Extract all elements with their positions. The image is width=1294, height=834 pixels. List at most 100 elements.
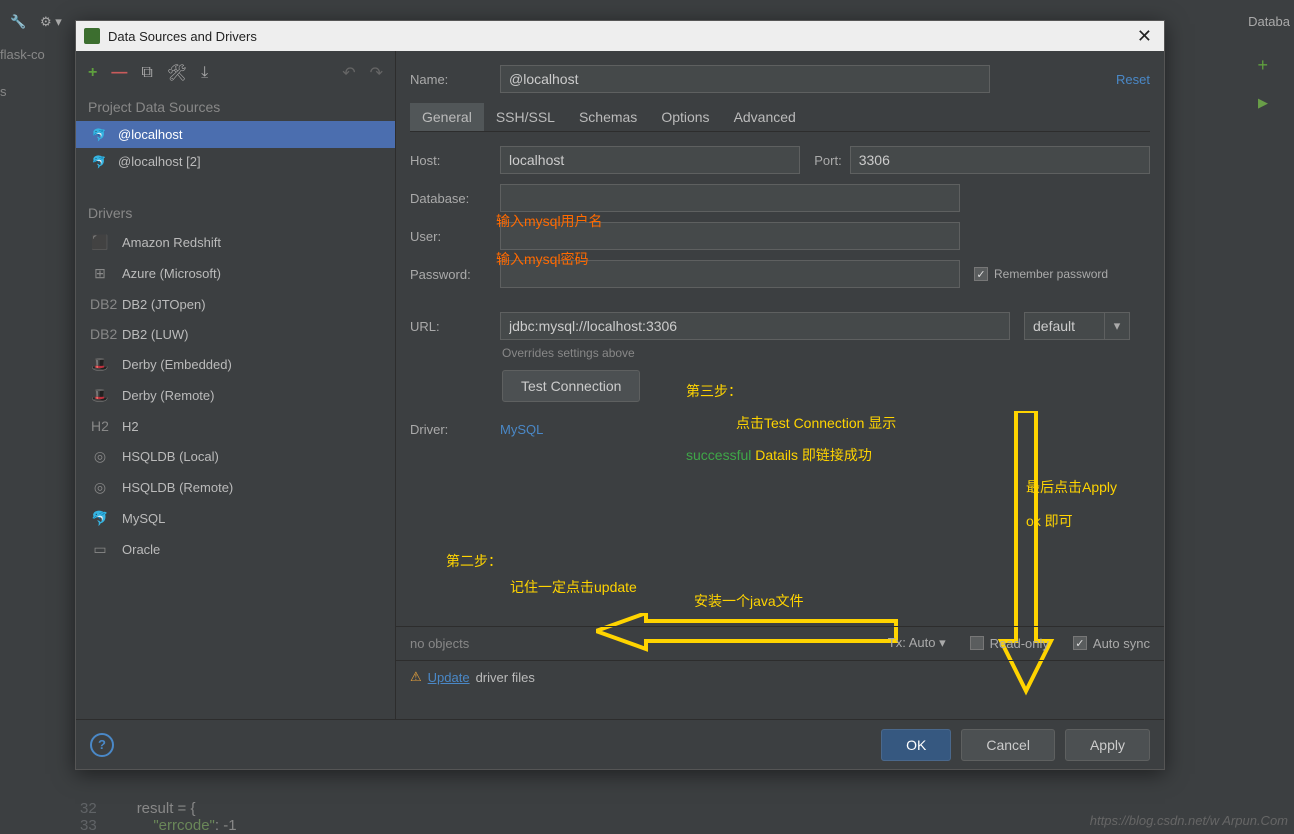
anno-final1: 最后点击Apply [1026, 477, 1117, 497]
reset-link[interactable]: Reset [1116, 72, 1150, 87]
update-driver-link[interactable]: Update [428, 670, 470, 685]
remember-password-checkbox[interactable]: ✓ [974, 267, 988, 281]
bg-run-icon[interactable]: ▶ [1258, 95, 1268, 111]
user-input[interactable] [500, 222, 960, 250]
password-input[interactable] [500, 260, 960, 288]
main-panel: Name: Reset GeneralSSH/SSLSchemasOptions… [396, 51, 1164, 719]
mysql-icon: 🐬 [90, 155, 108, 169]
driver-icon: ◎ [90, 479, 110, 496]
host-input[interactable] [500, 146, 800, 174]
undo-icon[interactable]: ↶ [342, 63, 355, 83]
url-label: URL: [410, 319, 500, 334]
driver-label: Derby (Remote) [122, 388, 214, 403]
name-input[interactable] [500, 65, 990, 93]
driver-item-hsqldb-local-[interactable]: ◎ HSQLDB (Local) [76, 441, 395, 472]
driver-icon: DB2 [90, 326, 110, 342]
tab-schemas[interactable]: Schemas [567, 103, 649, 131]
apply-button[interactable]: Apply [1065, 729, 1150, 761]
cancel-button[interactable]: Cancel [961, 729, 1055, 761]
help-button[interactable]: ? [90, 733, 114, 757]
driver-icon: 🎩 [90, 387, 110, 404]
copy-icon[interactable]: ⧉ [141, 64, 152, 82]
driver-icon: H2 [90, 418, 110, 434]
database-input[interactable] [500, 184, 960, 212]
port-input[interactable] [850, 146, 1150, 174]
tx-mode-dropdown[interactable]: Tx: Auto ▾ [888, 635, 946, 651]
driver-item-db2-jtopen-[interactable]: DB2 DB2 (JTOpen) [76, 289, 395, 319]
anno-final2: ok 即可 [1026, 511, 1073, 531]
bg-text: s [0, 84, 7, 99]
driver-label: Driver: [410, 422, 500, 437]
import-icon[interactable]: ⤓ [201, 64, 208, 82]
data-source-localhost-2[interactable]: 🐬 @localhost [2] [76, 148, 395, 175]
readonly-label: Read-only [990, 636, 1049, 651]
url-input[interactable] [500, 312, 1010, 340]
data-source-label: @localhost [2] [118, 154, 201, 169]
driver-label: DB2 (LUW) [122, 327, 188, 342]
app-icon [84, 28, 100, 44]
driver-label: Amazon Redshift [122, 235, 221, 250]
ok-button[interactable]: OK [881, 729, 951, 761]
remember-password-label: Remember password [994, 267, 1108, 281]
driver-icon: 🐬 [90, 510, 110, 527]
driver-icon: ◎ [90, 448, 110, 465]
toolbar-wrench-icon: 🔧 [10, 14, 26, 30]
port-label: Port: [814, 153, 841, 168]
driver-label: H2 [122, 419, 139, 434]
data-sources-dialog: Data Sources and Drivers ✕ + — ⧉ 🛠 ⤓ ↶ ↷… [75, 20, 1165, 770]
warning-icon: ⚠ [410, 669, 422, 685]
autosync-label: Auto sync [1093, 636, 1150, 651]
anno-step2-title: 第二步： [446, 551, 502, 571]
driver-item-derby-remote-[interactable]: 🎩 Derby (Remote) [76, 380, 395, 411]
overrides-note: Overrides settings above [502, 346, 1150, 360]
data-source-label: @localhost [118, 127, 183, 142]
driver-item-h2[interactable]: H2 H2 [76, 411, 395, 441]
driver-link[interactable]: MySQL [500, 422, 543, 437]
test-connection-button[interactable]: Test Connection [502, 370, 640, 402]
readonly-checkbox[interactable] [970, 636, 984, 650]
driver-item-hsqldb-remote-[interactable]: ◎ HSQLDB (Remote) [76, 472, 395, 503]
remove-icon[interactable]: — [111, 64, 127, 82]
driver-item-azure-microsoft-[interactable]: ⊞ Azure (Microsoft) [76, 258, 395, 289]
bg-add-icon[interactable]: + [1257, 55, 1268, 76]
anno-step2-line2: 安装一个java文件 [694, 591, 804, 611]
url-mode-select[interactable] [1024, 312, 1104, 340]
driver-icon: DB2 [90, 296, 110, 312]
tab-general[interactable]: General [410, 103, 484, 131]
dialog-button-bar: ? OK Cancel Apply [76, 719, 1164, 769]
redo-icon[interactable]: ↷ [370, 63, 383, 83]
bg-project-name: flask-co [0, 47, 45, 62]
driver-item-derby-embedded-[interactable]: 🎩 Derby (Embedded) [76, 349, 395, 380]
update-driver-bar: ⚠ Update driver files [396, 660, 1164, 693]
driver-item-mysql[interactable]: 🐬 MySQL [76, 503, 395, 534]
project-data-sources-header: Project Data Sources [76, 89, 395, 121]
tab-options[interactable]: Options [649, 103, 721, 131]
driver-icon: ▭ [90, 541, 110, 558]
objects-bar: no objects Tx: Auto ▾ Read-only ✓Auto sy… [396, 626, 1164, 659]
close-icon[interactable]: ✕ [1133, 26, 1156, 47]
bg-database-panel-label: Databa [1248, 14, 1290, 29]
driver-item-oracle[interactable]: ▭Oracle [76, 534, 395, 565]
driver-label: Azure (Microsoft) [122, 266, 221, 281]
drivers-header: Drivers [76, 195, 395, 227]
data-source-localhost[interactable]: 🐬 @localhost [76, 121, 395, 148]
anno-step3-title: 第三步： [686, 381, 742, 401]
driver-item-amazon-redshift[interactable]: ⬛Amazon Redshift [76, 227, 395, 258]
toolbar-gear-icon: ⚙ ▾ [40, 14, 62, 30]
driver-icon: 🎩 [90, 356, 110, 373]
mysql-icon: 🐬 [90, 128, 108, 142]
driver-label: HSQLDB (Remote) [122, 480, 233, 495]
driver-label: DB2 (JTOpen) [122, 297, 206, 312]
settings-icon[interactable]: 🛠 [167, 63, 187, 83]
tab-ssh-ssl[interactable]: SSH/SSL [484, 103, 567, 131]
driver-icon: ⊞ [90, 265, 110, 282]
autosync-checkbox[interactable]: ✓ [1073, 636, 1087, 650]
driver-label: HSQLDB (Local) [122, 449, 219, 464]
dialog-title: Data Sources and Drivers [108, 29, 1133, 44]
driver-label: MySQL [122, 511, 165, 526]
driver-item-db2-luw-[interactable]: DB2 DB2 (LUW) [76, 319, 395, 349]
driver-label: Derby (Embedded) [122, 357, 232, 372]
tab-advanced[interactable]: Advanced [722, 103, 808, 131]
chevron-down-icon[interactable]: ▾ [1104, 312, 1130, 340]
add-icon[interactable]: + [88, 64, 97, 82]
